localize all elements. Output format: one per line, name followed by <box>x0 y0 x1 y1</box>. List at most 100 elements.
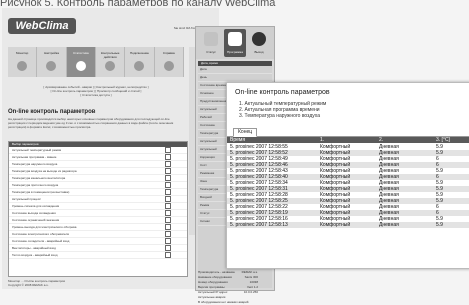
help-icon <box>163 61 174 71</box>
parameter-row: Актуальный процесс <box>9 196 187 203</box>
parameter-row: Температура приточного воздуха <box>9 182 187 189</box>
parameter-row: Уровень сигнала для охлаждения <box>9 203 187 210</box>
toolbar-label: Программа <box>227 50 243 54</box>
figure-caption: Рисунок 5. Контроль параметров по каналу… <box>0 0 276 6</box>
parameter-label: Состояние выхода охлаждения <box>12 211 56 215</box>
nav-item-settings[interactable]: Настройка <box>37 47 67 77</box>
parameter-row: Состояние электрического обогревателя <box>9 231 187 238</box>
actions-icon <box>105 61 116 71</box>
tab-strip: Конец <box>227 127 469 137</box>
parameter-label: Температура наружного воздуха <box>12 162 58 166</box>
parameter-checkbox[interactable] <box>165 175 171 181</box>
parameter-row: Температура наружного воздуха <box>9 161 187 168</box>
webclima-logo[interactable]: WebClima <box>8 18 76 34</box>
toolbar-label: Статус <box>206 50 216 54</box>
status-icon <box>204 32 218 46</box>
parameter-row: Уровень выхода для электрического обогре… <box>9 224 187 231</box>
parameter-row: Вентиляторы - аварийный вход <box>9 245 187 252</box>
parameter-label: Тепло воздуха - аварийный вход <box>12 253 58 257</box>
parameter-label: Состояние охладителя - аварийный вход <box>12 239 70 243</box>
cell-time: 5. prosinec 2007 12:58:13 <box>230 222 288 228</box>
parameter-checkbox[interactable] <box>165 189 171 195</box>
parameter-row: Температура канального вентилятора <box>9 175 187 182</box>
nav-item-label: Контрольные действия <box>100 51 120 59</box>
monitor-icon <box>17 61 28 71</box>
table-header: Время 1. 2. 3. [°C] <box>227 137 469 143</box>
parameter-label: Актуальный процесс <box>12 197 41 201</box>
parameter-label: Актуальная программа - звание <box>12 155 57 159</box>
parameter-checkbox[interactable] <box>165 161 171 167</box>
parameter-checkbox[interactable] <box>165 224 171 230</box>
nav-item-connection[interactable]: Подключение <box>125 47 155 77</box>
program-button[interactable]: Программа <box>224 29 246 57</box>
footer-copyright: Copyright © 2008 REMAK a.s. <box>8 283 49 287</box>
parameter-checkbox[interactable] <box>165 203 171 209</box>
parameter-row: Состояние охладителя - аварийный вход <box>9 238 187 245</box>
table-row: 5. prosinec 2007 12:58:13 Комфортный Дневн… <box>227 222 469 228</box>
connection-icon <box>134 61 145 71</box>
parameter-row: Температура в помещении (на выставке) <box>9 189 187 196</box>
cell-mode: Комфортный <box>320 222 351 228</box>
parameter-checkbox[interactable] <box>165 245 171 251</box>
parameter-checkbox[interactable] <box>165 147 171 153</box>
column-header: 1. <box>320 137 325 143</box>
parameter-checkbox[interactable] <box>165 168 171 174</box>
cell-program: Дневная <box>379 222 399 228</box>
parameter-checkbox[interactable] <box>165 252 171 258</box>
parameter-checkbox[interactable] <box>165 231 171 237</box>
nav-item-statistics[interactable]: Статистика <box>66 47 96 77</box>
nav-item-label: Статистика <box>72 51 89 55</box>
page-title: On-line контроль параметров <box>8 109 96 115</box>
parameter-checkbox[interactable] <box>165 238 171 244</box>
parameter-checkbox[interactable] <box>165 217 171 223</box>
nav-item-label: Настройка <box>44 51 59 55</box>
parameter-row: Актуальная программа - звание <box>9 154 187 161</box>
parameter-row: Тепло воздуха - аварийный вход <box>9 252 187 259</box>
breadcrumb-line[interactable]: [ Статистика доступа ] <box>8 93 184 97</box>
cell-temp: 5.9 <box>436 222 443 228</box>
parameter-label: Вентиляторы - аварийный вход <box>12 246 56 250</box>
parameter-label: Температура канального вентилятора <box>12 176 66 180</box>
nav-item-label: Монитор <box>16 51 29 55</box>
alarm-status: В оборудовании нет никаких аварий <box>198 300 258 305</box>
nav-item-help[interactable]: Справка <box>155 47 184 77</box>
tab-end[interactable]: Конец <box>233 128 258 137</box>
parameter-label: Температура в помещении (на выставке) <box>12 190 70 194</box>
settings-icon <box>46 61 57 71</box>
exit-button[interactable]: Выход <box>248 29 270 57</box>
parameter-label: Уровень сигнала для охлаждения <box>12 204 60 208</box>
parameter-checkbox[interactable] <box>165 196 171 202</box>
parameter-row: Актуальный температурный режим <box>9 147 187 154</box>
parameter-label: Состояние ограничений значения <box>12 218 60 222</box>
nav-item-monitor[interactable]: Монитор <box>8 47 38 77</box>
sidebar-line[interactable]: Дата <box>198 66 272 74</box>
parameter-label: Уровень выхода для электрического обогре… <box>12 225 77 229</box>
list-item: 3. Температура наружного воздуха <box>239 113 320 119</box>
status-button[interactable]: Статус <box>200 29 222 57</box>
nav-item-label: Справка <box>162 51 175 55</box>
sidebar-line[interactable]: День <box>198 74 272 82</box>
column-header: Время <box>230 137 246 143</box>
program-icon <box>228 32 242 46</box>
breadcrumb: [ Архивирование событий - аварии ] [ Кон… <box>8 85 184 97</box>
online-monitoring-popup: On-line контроль параметров 1. Актуальны… <box>226 82 469 269</box>
parameter-label: Температура приточного воздуха <box>12 183 59 187</box>
parameter-label: Температура воздуха на выходе из радиато… <box>12 169 77 173</box>
parameter-checkbox[interactable] <box>165 154 171 160</box>
parameter-label: Актуальный температурный режим <box>12 148 62 152</box>
parameter-checkbox[interactable] <box>165 182 171 188</box>
nav-item-actions[interactable]: Контрольные действия <box>96 47 126 77</box>
toolbar-label: Выход <box>254 50 264 54</box>
parameter-label: Состояние электрического обогревателя <box>12 232 69 236</box>
main-nav: Монитор Настройка Статистика Контрольные… <box>8 47 184 77</box>
parameter-checkbox[interactable] <box>165 210 171 216</box>
parameter-row: Состояние выхода охлаждения <box>9 210 187 217</box>
webclima-page: WebClima Sie sind: RA Гость | Выход Мони… <box>2 8 219 289</box>
alarm-text: В оборудовании нет никаких аварий <box>198 300 249 304</box>
statistics-icon <box>75 61 86 71</box>
column-header: 3. [°C] <box>436 137 450 143</box>
log-table: Время 1. 2. 3. [°C] 5. prosinec 2007 12:… <box>227 137 469 268</box>
power-icon <box>252 32 266 46</box>
popup-title: On-line контроль параметров <box>235 89 330 96</box>
app-toolbar: Статус Программа Выход <box>196 27 274 59</box>
